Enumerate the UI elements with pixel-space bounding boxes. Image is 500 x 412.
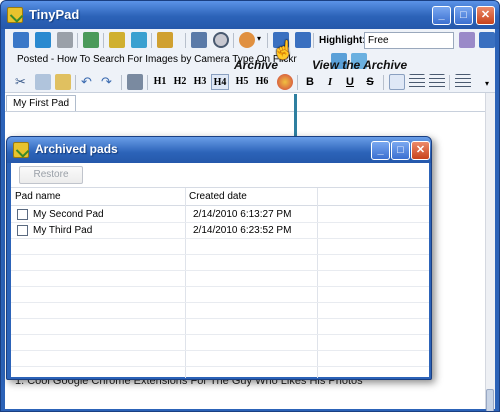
- delete-pad-icon[interactable]: [57, 32, 73, 48]
- highlight-input[interactable]: [364, 32, 454, 49]
- tinypad-app-icon: [7, 7, 23, 23]
- new-pad-icon[interactable]: [13, 32, 29, 48]
- pad-name-cell: My Second Pad: [33, 209, 104, 220]
- toolbar-separator: [449, 75, 450, 90]
- column-header-created-date[interactable]: Created date: [189, 191, 247, 202]
- table-row[interactable]: My Second Pad 2/14/2010 6:13:27 PM: [11, 207, 429, 222]
- heading-4-button[interactable]: H4: [211, 74, 229, 90]
- toolbar-separator: [121, 75, 122, 90]
- title-bar[interactable]: TinyPad _ □ ✕: [1, 1, 499, 29]
- row-divider: [11, 254, 429, 255]
- row-divider: [11, 302, 429, 303]
- pencil-icon[interactable]: [109, 32, 125, 48]
- rss-icon[interactable]: [239, 32, 255, 48]
- window-title: TinyPad: [29, 7, 80, 22]
- cut-icon[interactable]: ✂: [15, 74, 31, 90]
- archived-pads-grid[interactable]: Pad name Created date My Second Pad 2/14…: [11, 187, 429, 378]
- toolbar-separator: [185, 33, 186, 48]
- row-divider: [11, 350, 429, 351]
- highlight-label: Highlight:: [319, 35, 366, 46]
- toolbar-separator: [151, 33, 152, 48]
- twitter-icon[interactable]: [131, 32, 147, 48]
- maximize-button[interactable]: □: [454, 6, 473, 25]
- dialog-close-button[interactable]: ✕: [411, 141, 430, 160]
- scrollbar-thumb[interactable]: [486, 389, 494, 411]
- send-icon[interactable]: [83, 32, 99, 48]
- restore-button[interactable]: Restore: [19, 166, 83, 184]
- row-divider: [11, 238, 429, 239]
- align-center-icon[interactable]: [409, 74, 425, 90]
- view-archive-annotation: View the Archive: [312, 58, 408, 72]
- row-checkbox[interactable]: [17, 209, 28, 220]
- toolbar-separator: [147, 75, 148, 90]
- row-divider: [11, 286, 429, 287]
- grid-header: Pad name Created date: [11, 188, 429, 206]
- color-palette-icon[interactable]: [277, 74, 293, 90]
- dropdown-chevron-icon[interactable]: ▾: [257, 34, 261, 43]
- edit-pad-icon[interactable]: [35, 32, 51, 48]
- minimize-button[interactable]: _: [432, 6, 451, 25]
- dialog-minimize-button[interactable]: _: [371, 141, 390, 160]
- copy-icon[interactable]: [35, 74, 51, 90]
- toolbar-separator: [77, 33, 78, 48]
- italic-button[interactable]: I: [323, 74, 337, 90]
- numbered-list-icon[interactable]: [455, 74, 471, 90]
- row-divider: [11, 270, 429, 271]
- redo-icon[interactable]: ↷: [101, 74, 117, 90]
- row-divider: [11, 366, 429, 367]
- toolbar-separator: [75, 75, 76, 90]
- toolbar-separator: [103, 33, 104, 48]
- strikethrough-button[interactable]: S: [363, 74, 377, 90]
- toolbar-row-1: ▾ Highlight:: [7, 31, 495, 51]
- dialog-maximize-button[interactable]: □: [391, 141, 410, 160]
- dialog-body: Restore Pad name Created date My Second …: [11, 163, 429, 378]
- toolbar-overflow-chevron-icon[interactable]: ▾: [485, 79, 489, 88]
- created-date-cell: 2/14/2010 6:13:27 PM: [193, 209, 292, 220]
- paste-icon[interactable]: [55, 74, 71, 90]
- toolbar-separator: [233, 33, 234, 48]
- print-icon[interactable]: [127, 74, 143, 90]
- toolbar-separator: [383, 75, 384, 90]
- tab-my-first-pad[interactable]: My First Pad: [6, 95, 77, 111]
- screen-icon[interactable]: [191, 32, 207, 48]
- toolbar-separator: [313, 33, 314, 48]
- row-divider: [11, 318, 429, 319]
- align-right-icon[interactable]: [429, 74, 445, 90]
- search-icon[interactable]: [213, 32, 229, 48]
- dialog-title: Archived pads: [35, 142, 118, 156]
- options-icon[interactable]: [479, 32, 495, 48]
- column-header-pad-name[interactable]: Pad name: [15, 191, 61, 202]
- close-button[interactable]: ✕: [476, 6, 495, 25]
- hand-cursor-icon: ☝: [272, 40, 295, 60]
- dialog-title-bar[interactable]: Archived pads _ □ ✕: [7, 137, 431, 163]
- editor-top-border: [5, 111, 485, 112]
- toolbar-separator: [267, 33, 268, 48]
- spell-check-icon[interactable]: [459, 32, 475, 48]
- row-divider: [11, 334, 429, 335]
- toolbar-separator: [297, 75, 298, 90]
- vertical-scrollbar[interactable]: [485, 93, 495, 411]
- undo-icon[interactable]: ↶: [81, 74, 97, 90]
- created-date-cell: 2/14/2010 6:23:52 PM: [193, 225, 292, 236]
- pad-name-cell: My Third Pad: [33, 225, 93, 236]
- chart-icon[interactable]: [157, 32, 173, 48]
- heading-2-button[interactable]: H2: [171, 74, 189, 90]
- table-row[interactable]: My Third Pad 2/14/2010 6:23:52 PM: [11, 223, 429, 238]
- align-left-icon[interactable]: [389, 74, 405, 90]
- row-checkbox[interactable]: [17, 225, 28, 236]
- view-archive-icon[interactable]: [295, 32, 311, 48]
- heading-1-button[interactable]: H1: [151, 74, 169, 90]
- underline-button[interactable]: U: [343, 74, 357, 90]
- tinypad-app-icon: [13, 142, 29, 158]
- heading-3-button[interactable]: H3: [191, 74, 209, 90]
- heading-5-button[interactable]: H5: [233, 74, 251, 90]
- bold-button[interactable]: B: [303, 74, 317, 90]
- archived-pads-dialog: Archived pads _ □ ✕ Restore Pad name Cre…: [6, 136, 432, 380]
- heading-6-button[interactable]: H6: [253, 74, 271, 90]
